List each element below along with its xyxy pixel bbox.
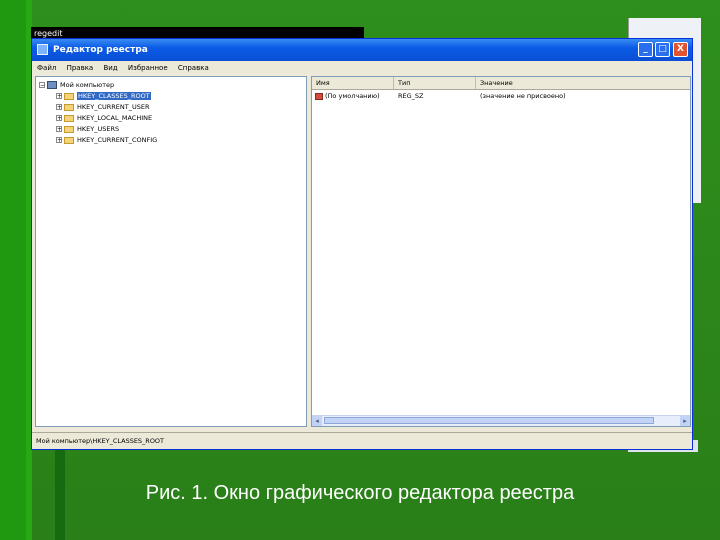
folder-icon <box>64 114 74 122</box>
tree-item-hklm[interactable]: + HKEY_LOCAL_MACHINE <box>56 113 152 123</box>
value-name: (По умолчанию) <box>325 92 380 100</box>
column-header-type[interactable]: Тип <box>394 77 476 89</box>
list-item[interactable]: (По умолчанию) REG_SZ (значение не присв… <box>312 91 690 101</box>
value-type: REG_SZ <box>398 92 424 100</box>
expand-icon[interactable]: + <box>56 104 62 111</box>
registry-editor-icon <box>37 44 48 55</box>
close-button[interactable]: X <box>673 42 688 57</box>
tree-item-hkcu[interactable]: + HKEY_CURRENT_USER <box>56 102 150 112</box>
scrollbar-thumb[interactable] <box>324 417 654 424</box>
folder-icon <box>64 136 74 144</box>
expand-icon[interactable]: + <box>56 137 62 144</box>
menu-file[interactable]: Файл <box>37 64 56 72</box>
folder-icon <box>64 92 74 100</box>
horizontal-scrollbar[interactable]: ◂ ▸ <box>312 415 690 426</box>
scroll-left-icon[interactable]: ◂ <box>312 416 322 426</box>
folder-icon <box>64 103 74 111</box>
column-header-value[interactable]: Значение <box>476 77 692 89</box>
menu-help[interactable]: Справка <box>178 64 209 72</box>
tree-item-hkcr[interactable]: + HKEY_CLASSES_ROOT <box>56 91 151 101</box>
tree-item-label: HKEY_USERS <box>77 125 120 133</box>
values-list[interactable]: Имя Тип Значение (По умолчанию) REG_SZ (… <box>311 76 691 427</box>
tree-root-label: Мой компьютер <box>60 81 115 89</box>
window-title: Редактор реестра <box>53 45 148 55</box>
expand-icon[interactable]: + <box>56 115 62 122</box>
minimize-button[interactable]: _ <box>638 42 653 57</box>
tree-item-label: HKEY_CLASSES_ROOT <box>77 92 151 100</box>
registry-tree[interactable]: − Мой компьютер + HKEY_CLASSES_ROOT + HKEY_… <box>35 76 307 427</box>
tree-item-hkcc[interactable]: + HKEY_CURRENT_CONFIG <box>56 135 157 145</box>
column-header-name[interactable]: Имя <box>312 77 394 89</box>
expand-icon[interactable]: + <box>56 126 62 133</box>
tree-item-hku[interactable]: + HKEY_USERS <box>56 124 119 134</box>
value-name-cell: (По умолчанию) <box>315 91 380 101</box>
expand-icon[interactable]: + <box>56 93 62 100</box>
collapse-icon[interactable]: − <box>39 82 45 89</box>
tree-item-root[interactable]: − Мой компьютер <box>39 80 114 90</box>
string-value-icon <box>315 92 323 100</box>
folder-icon <box>64 125 74 133</box>
tree-item-label: HKEY_CURRENT_CONFIG <box>77 136 158 144</box>
regedit-window: Редактор реестра _ □ X Файл Правка Вид И… <box>31 38 693 450</box>
menu-edit[interactable]: Правка <box>67 64 94 72</box>
figure-caption: Рис. 1. Окно графического редактора реес… <box>145 482 575 504</box>
title-bar[interactable]: Редактор реестра _ □ X <box>32 39 692 61</box>
tree-item-label: HKEY_LOCAL_MACHINE <box>77 114 153 122</box>
menu-bar: Файл Правка Вид Избранное Справка <box>32 61 692 75</box>
value-data: (значение не присвоено) <box>480 92 566 100</box>
status-bar: Мой компьютер\HKEY_CLASSES_ROOT <box>32 432 692 449</box>
menu-view[interactable]: Вид <box>103 64 117 72</box>
list-header: Имя Тип Значение <box>312 77 690 90</box>
menu-favorites[interactable]: Избранное <box>128 64 168 72</box>
tree-item-label: HKEY_CURRENT_USER <box>77 103 150 111</box>
scroll-right-icon[interactable]: ▸ <box>680 416 690 426</box>
computer-icon <box>47 81 57 89</box>
maximize-button[interactable]: □ <box>655 42 670 57</box>
